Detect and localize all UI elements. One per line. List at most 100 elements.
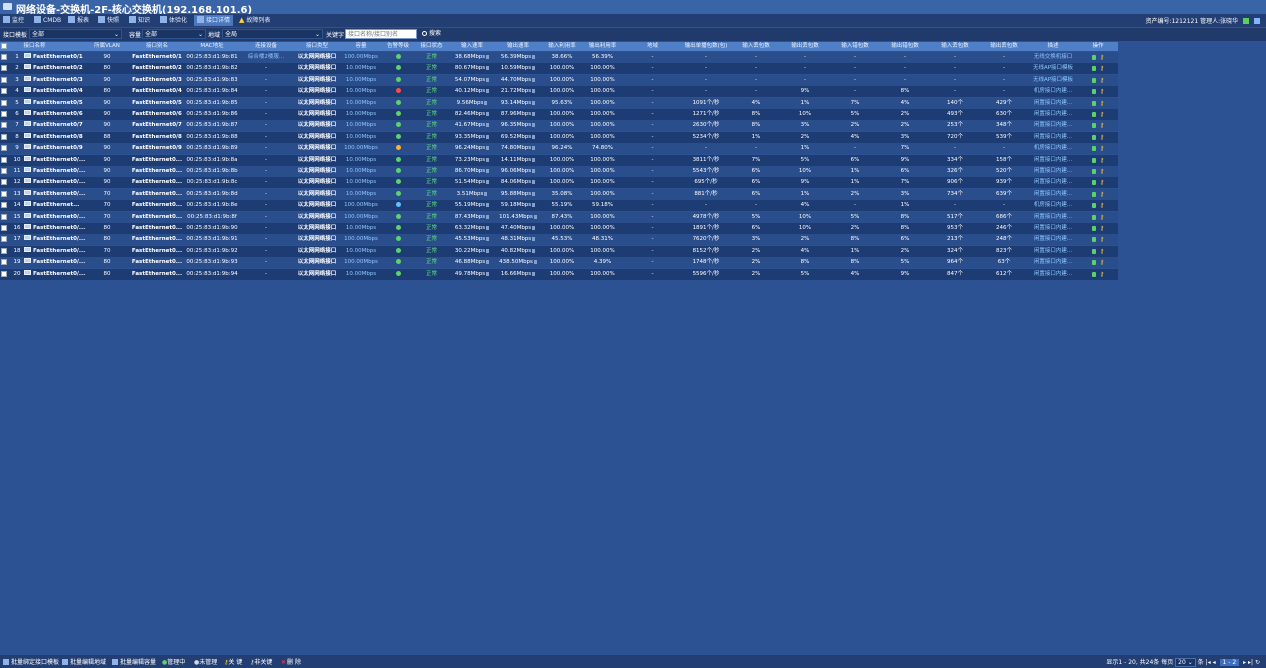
capacity-select[interactable]: 全部 ⌄ bbox=[142, 29, 206, 39]
interface-name[interactable]: FastEthernet0/... bbox=[33, 214, 85, 220]
table-row[interactable]: 14 FastEthernet... 70 FastEthernet0... 00:25… bbox=[0, 200, 1118, 212]
first-page-icon[interactable]: |◂ bbox=[1206, 659, 1211, 666]
cap-cell[interactable]: 10.00Mbps bbox=[342, 75, 380, 86]
column-header[interactable]: 输入丢包数 bbox=[930, 42, 980, 51]
trend-chart-icon[interactable] bbox=[486, 123, 490, 128]
managed-status-icon[interactable] bbox=[1091, 214, 1096, 220]
column-header[interactable]: 输出错包数 bbox=[880, 42, 930, 51]
trend-chart-icon[interactable] bbox=[486, 214, 490, 219]
template-select[interactable]: 全部 ⌄ bbox=[29, 29, 122, 39]
key-icon[interactable]: ⚷ bbox=[1100, 246, 1104, 257]
trend-chart-icon[interactable] bbox=[532, 89, 536, 94]
trend-chart-icon[interactable] bbox=[486, 146, 490, 151]
last-page-icon[interactable]: ▸| bbox=[1248, 659, 1253, 666]
interface-name[interactable]: FastEthernet0/... bbox=[33, 157, 85, 163]
refresh-page-icon[interactable]: ↻ bbox=[1255, 659, 1260, 666]
cap-cell[interactable]: 10.00Mbps bbox=[342, 86, 380, 97]
cap-cell[interactable]: 10.00Mbps bbox=[342, 246, 380, 257]
trend-chart-icon[interactable] bbox=[484, 191, 488, 196]
trend-chart-icon[interactable] bbox=[532, 169, 536, 173]
column-header[interactable]: 操作 bbox=[1078, 42, 1118, 51]
key-icon[interactable]: ⚷ bbox=[1100, 234, 1104, 245]
desc-cell[interactable]: 闲置接口内建... bbox=[1028, 98, 1078, 109]
trend-chart-icon[interactable] bbox=[532, 248, 536, 253]
next-page-icon[interactable]: ▸ bbox=[1243, 659, 1246, 666]
row-checkbox[interactable] bbox=[1, 76, 7, 83]
trend-chart-icon[interactable] bbox=[532, 146, 536, 151]
interface-name[interactable]: FastEthernet0/... bbox=[33, 168, 85, 174]
export-icon[interactable] bbox=[1243, 18, 1250, 24]
edit-region-button[interactable]: 批量编辑地域 bbox=[62, 657, 106, 666]
key-icon[interactable]: ⚷ bbox=[1100, 223, 1104, 234]
trend-chart-icon[interactable] bbox=[486, 169, 490, 173]
row-checkbox[interactable] bbox=[1, 225, 7, 231]
interface-name[interactable]: FastEthernet0/1 bbox=[33, 54, 83, 60]
trend-chart-icon[interactable] bbox=[532, 112, 536, 116]
cap-cell[interactable]: 10.00Mbps bbox=[342, 166, 380, 177]
cap-cell[interactable]: 10.00Mbps bbox=[342, 109, 380, 120]
trend-chart-icon[interactable] bbox=[486, 248, 490, 253]
key-icon[interactable]: ⚷ bbox=[1100, 200, 1104, 211]
managed-status-icon[interactable] bbox=[1091, 226, 1096, 231]
interface-name[interactable]: FastEthernet0/6 bbox=[33, 111, 83, 117]
table-row[interactable]: 3 FastEthernet0/3 90 FastEthernet0/3 00:25:8… bbox=[0, 74, 1118, 86]
table-row[interactable]: 15 FastEthernet0/... 70 FastEthernet0... 00:… bbox=[0, 211, 1118, 223]
column-header[interactable]: 接口别名 bbox=[128, 42, 186, 51]
cap-cell[interactable]: 10.00Mbps bbox=[342, 132, 380, 143]
cap-cell[interactable]: 10.00Mbps bbox=[342, 120, 380, 131]
interface-name[interactable]: FastEthernet0/... bbox=[33, 236, 85, 242]
key-icon[interactable]: ⚷ bbox=[1100, 63, 1104, 74]
interface-name[interactable]: FastEthernet0/... bbox=[33, 191, 85, 197]
trend-chart-icon[interactable] bbox=[486, 237, 490, 242]
row-checkbox[interactable] bbox=[1, 259, 7, 266]
row-checkbox[interactable] bbox=[1, 247, 7, 254]
managed-status-icon[interactable] bbox=[1091, 100, 1096, 106]
desc-cell[interactable]: 闲置接口内建... bbox=[1028, 177, 1078, 188]
trend-chart-icon[interactable] bbox=[532, 203, 536, 208]
managed-status-icon[interactable] bbox=[1091, 271, 1096, 277]
device-cell[interactable]: 综合楼2楼服... bbox=[238, 52, 294, 63]
key-icon[interactable]: ⚷ bbox=[1100, 189, 1104, 200]
trend-chart-icon[interactable] bbox=[484, 100, 488, 105]
trend-chart-icon[interactable] bbox=[533, 214, 537, 219]
column-header[interactable]: 输出单播包数(包) bbox=[680, 42, 732, 51]
column-header[interactable]: 告警等级 bbox=[381, 42, 415, 51]
column-header[interactable]: 描述 bbox=[1028, 42, 1078, 51]
desc-cell[interactable]: 闲置接口内建... bbox=[1028, 166, 1078, 177]
row-checkbox[interactable] bbox=[1, 99, 7, 106]
critical-button[interactable]: ⚷关 键 bbox=[224, 657, 242, 666]
key-icon[interactable]: ⚷ bbox=[1100, 120, 1104, 131]
managed-status-icon[interactable] bbox=[1091, 180, 1096, 186]
row-checkbox[interactable] bbox=[1, 133, 7, 140]
table-row[interactable]: 10 FastEthernet0/... 90 FastEthernet0... 00:… bbox=[0, 154, 1118, 166]
table-row[interactable]: 18 FastEthernet0/... 70 FastEthernet0... 00:… bbox=[0, 245, 1118, 257]
key-icon[interactable]: ⚷ bbox=[1100, 98, 1104, 109]
edit-capacity-button[interactable]: 批量编辑容量 bbox=[112, 657, 156, 666]
cap-cell[interactable]: 10.00Mbps bbox=[342, 98, 380, 109]
cap-cell[interactable]: 100.00Mbps bbox=[342, 143, 380, 154]
trend-chart-icon[interactable] bbox=[532, 226, 536, 230]
column-header[interactable]: 接口名称 bbox=[9, 42, 60, 51]
tab-monitor[interactable]: 监控 bbox=[3, 15, 24, 26]
managed-status-icon[interactable] bbox=[1091, 169, 1096, 174]
tab-knowledge[interactable]: 知识 bbox=[129, 15, 150, 26]
cap-cell[interactable]: 100.00Mbps bbox=[342, 234, 380, 245]
trend-chart-icon[interactable] bbox=[486, 55, 490, 59]
row-checkbox[interactable] bbox=[1, 190, 7, 197]
trend-chart-icon[interactable] bbox=[532, 191, 536, 196]
key-icon[interactable]: ⚷ bbox=[1100, 257, 1104, 268]
interface-name[interactable]: FastEthernet0/... bbox=[33, 225, 85, 231]
column-header[interactable]: 地域 bbox=[625, 42, 680, 51]
location-select[interactable]: 全局 ⌄ bbox=[222, 29, 323, 39]
keyword-input[interactable]: 接口名称/接口别名 bbox=[345, 29, 417, 39]
column-header[interactable]: 输出利用率 bbox=[584, 42, 621, 51]
delete-button[interactable]: ✕删 除 bbox=[281, 657, 301, 666]
trend-chart-icon[interactable] bbox=[486, 157, 490, 162]
tab-experience[interactable]: 体验化 bbox=[160, 15, 187, 26]
managed-button[interactable]: ●管理中 bbox=[162, 657, 185, 666]
tab-report[interactable]: 报表 bbox=[68, 15, 89, 26]
cap-cell[interactable]: 100.00Mbps bbox=[342, 200, 380, 211]
trend-chart-icon[interactable] bbox=[486, 66, 490, 71]
trend-chart-icon[interactable] bbox=[486, 77, 490, 82]
interface-name[interactable]: FastEthernet0/... bbox=[33, 271, 85, 277]
